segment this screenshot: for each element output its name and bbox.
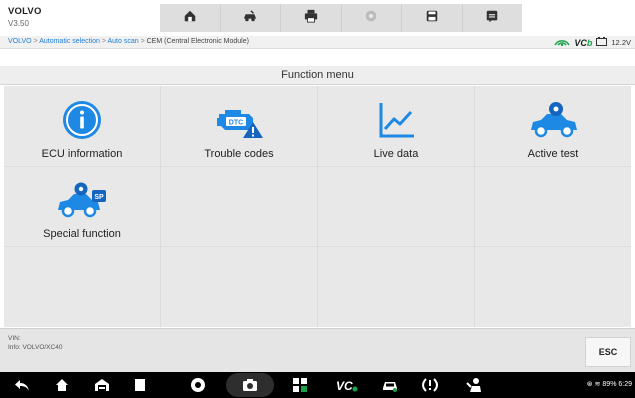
- menu-item-label: Live data: [373, 147, 419, 160]
- breadcrumb-bar: VOLVO > Automatic selection > Auto scan …: [0, 36, 635, 49]
- menu-item-ecu-information[interactable]: ECU information: [4, 86, 160, 166]
- breadcrumb-separator: >: [138, 38, 147, 45]
- top-header: VOLVO V3.50: [0, 0, 635, 36]
- tpms-icon[interactable]: [422, 377, 438, 393]
- camera-icon[interactable]: [242, 377, 258, 393]
- menu-empty-cell: [161, 247, 317, 327]
- main-toolbar: [160, 4, 522, 32]
- vin-label: VIN:: [8, 335, 21, 342]
- connection-status: VCb 12.2V: [554, 37, 631, 48]
- breadcrumb-item-auto-scan[interactable]: Auto scan: [108, 38, 139, 45]
- system-nav-icons: VC: [0, 372, 560, 398]
- system-nav-bar: VC ⊛ ≋ 89% 6:29: [0, 372, 635, 398]
- garage-icon[interactable]: [94, 377, 110, 393]
- menu-item-trouble-codes[interactable]: DTC Trouble codes: [161, 86, 317, 166]
- save-icon: [425, 9, 439, 28]
- breadcrumb-item-selection[interactable]: Automatic selection: [39, 38, 100, 45]
- menu-empty-cell: [475, 166, 631, 247]
- breadcrumb-current: CEM (Central Electronic Module): [146, 38, 249, 45]
- status-text: 89% 6:29: [602, 381, 632, 388]
- vci-label: VC: [574, 37, 587, 48]
- breadcrumb: VOLVO > Automatic selection > Auto scan …: [8, 38, 249, 45]
- vehicle-info-line: Info: VOLVO/XC40: [8, 344, 63, 351]
- menu-item-active-test[interactable]: Active test: [475, 86, 631, 166]
- signal-icon: [554, 37, 571, 48]
- esc-button[interactable]: ESC: [585, 337, 631, 367]
- svg-text:DTC: DTC: [229, 119, 243, 126]
- menu-item-label: Active test: [527, 147, 579, 160]
- menu-empty-cell: [4, 247, 160, 327]
- printer-icon: [304, 9, 318, 28]
- wifi-icon: ≋: [594, 381, 601, 388]
- home-icon[interactable]: [54, 377, 70, 393]
- recents-icon[interactable]: [132, 377, 148, 393]
- vci-status: VCb: [574, 38, 592, 48]
- breadcrumb-separator: >: [99, 38, 108, 45]
- menu-item-label: ECU information: [41, 147, 123, 160]
- menu-item-label: Special function: [43, 228, 121, 241]
- home-icon: [183, 9, 197, 28]
- breadcrumb-item-make[interactable]: VOLVO: [8, 38, 32, 45]
- special-function-car-icon: SP: [47, 180, 117, 220]
- data-logging-icon: [485, 9, 499, 28]
- function-grid: ECU information DTC Trouble codes Live d…: [4, 86, 631, 327]
- vci-suffix: b: [586, 37, 593, 48]
- menu-item-live-data[interactable]: Live data: [318, 86, 474, 166]
- battery-icon: [596, 37, 608, 48]
- menu-item-label: Trouble codes: [204, 147, 274, 160]
- svg-text:SP: SP: [94, 194, 104, 201]
- menu-empty-cell: [318, 247, 474, 327]
- car-service-icon[interactable]: [382, 377, 398, 393]
- active-test-car-icon: [518, 100, 588, 140]
- notification-icon: ⊛: [586, 381, 593, 388]
- menu-empty-cell: [161, 166, 317, 247]
- vehicle-service-icon: [243, 9, 257, 28]
- vehicle-info: VIN: Info: VOLVO/XC40: [8, 334, 62, 352]
- save-button[interactable]: [402, 4, 463, 32]
- back-icon[interactable]: [14, 377, 30, 393]
- svg-text:VC: VC: [336, 379, 353, 393]
- brand-name: VOLVO: [8, 6, 42, 17]
- info-footer: VIN: Info: VOLVO/XC40 ESC: [0, 328, 635, 372]
- color-icon[interactable]: [292, 377, 308, 393]
- settings-icon: [364, 9, 378, 28]
- print-button[interactable]: [281, 4, 342, 32]
- app-version: V3.50: [8, 19, 29, 28]
- menu-empty-cell: [475, 247, 631, 327]
- technician-icon[interactable]: [466, 377, 482, 393]
- live-data-chart-icon: [361, 100, 431, 140]
- data-logging-button[interactable]: [463, 4, 523, 32]
- settings-button[interactable]: [342, 4, 402, 32]
- brand-block: VOLVO V3.50: [8, 6, 42, 28]
- dtc-engine-icon: DTC: [204, 100, 274, 140]
- info-icon: [47, 100, 117, 140]
- chrome-icon[interactable]: [190, 377, 206, 393]
- system-status: ⊛ ≋ 89% 6:29: [587, 380, 632, 388]
- menu-item-special-function[interactable]: SP Special function: [4, 166, 160, 247]
- function-menu-title: Function menu: [0, 66, 635, 85]
- vehicle-service-button[interactable]: [221, 4, 281, 32]
- home-button[interactable]: [160, 4, 221, 32]
- menu-empty-cell: [318, 166, 474, 247]
- battery-voltage: 12.2V: [611, 38, 631, 47]
- vci-icon[interactable]: VC: [336, 377, 358, 393]
